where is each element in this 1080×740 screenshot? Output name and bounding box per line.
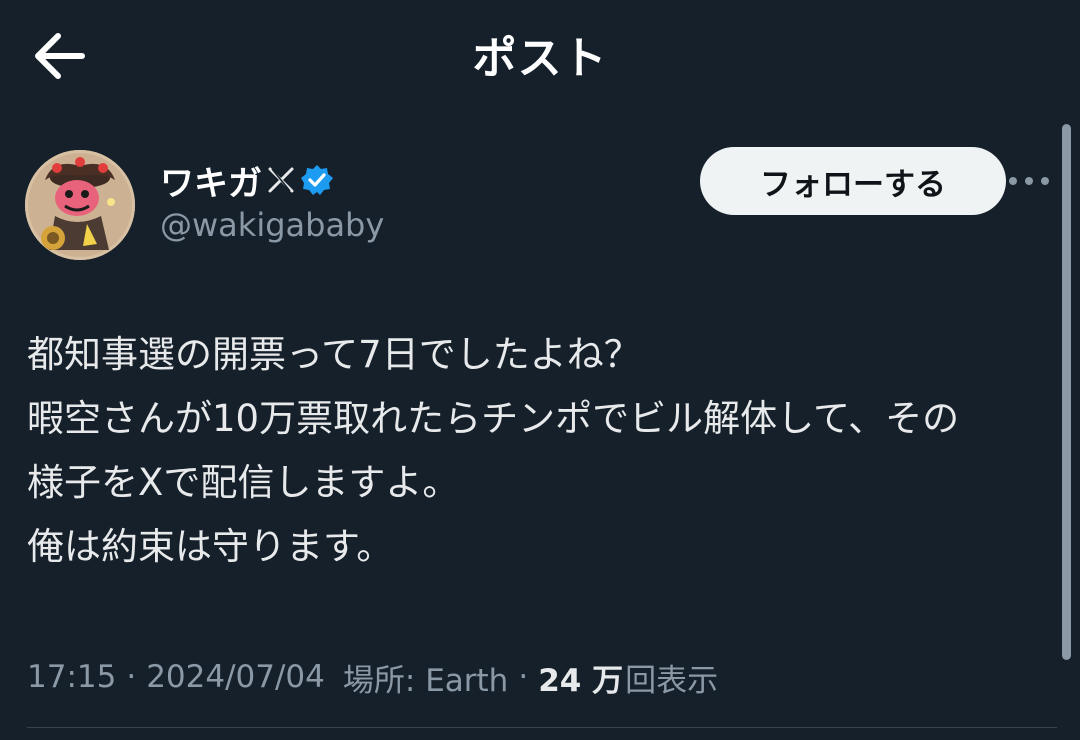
meta-separator: · — [518, 659, 529, 695]
avatar[interactable] — [25, 150, 135, 260]
more-options-button[interactable] — [1004, 166, 1054, 196]
tweet-metadata: 17:15 · 2024/07/04 場所: Earth · 24 万 回表示 — [27, 650, 718, 704]
x-logo-icon — [266, 165, 296, 195]
author-handle[interactable]: @wakigababy — [160, 206, 384, 244]
views-label[interactable]: 回表示 — [625, 655, 718, 700]
tweet-line: 俺は約束は守ります。 — [27, 525, 394, 568]
follow-button[interactable]: フォローする — [700, 147, 1006, 215]
tweet-date[interactable]: 2024/07/04 — [146, 659, 325, 695]
tweet-line: 様子をXで配信しますよ。 — [27, 461, 460, 504]
views-count[interactable]: 24 万 — [538, 655, 623, 700]
scrollbar[interactable] — [1062, 124, 1071, 660]
tweet-line: 暇空さんが10万票取れたらチンポでビル解体して、その — [27, 397, 960, 440]
author-name-row[interactable]: ワキガ — [160, 156, 334, 205]
more-dots-icon — [1009, 177, 1049, 185]
tweet-text: 都知事選の開票って7日でしたよね？ 暇空さんが10万票取れたらチンポでビル解体し… — [27, 323, 1057, 579]
meta-separator: · — [126, 659, 137, 695]
display-name[interactable]: ワキガ — [160, 156, 262, 205]
tweet-line: 都知事選の開票って7日でしたよね？ — [27, 333, 641, 376]
divider — [27, 727, 1057, 728]
tweet-location: 場所: Earth — [342, 662, 509, 699]
avatar-illustration — [25, 150, 135, 260]
top-bar: ポスト — [0, 0, 1080, 110]
verified-check-icon — [300, 163, 334, 197]
page-title: ポスト — [472, 33, 608, 84]
tweet-time[interactable]: 17:15 — [27, 659, 116, 695]
